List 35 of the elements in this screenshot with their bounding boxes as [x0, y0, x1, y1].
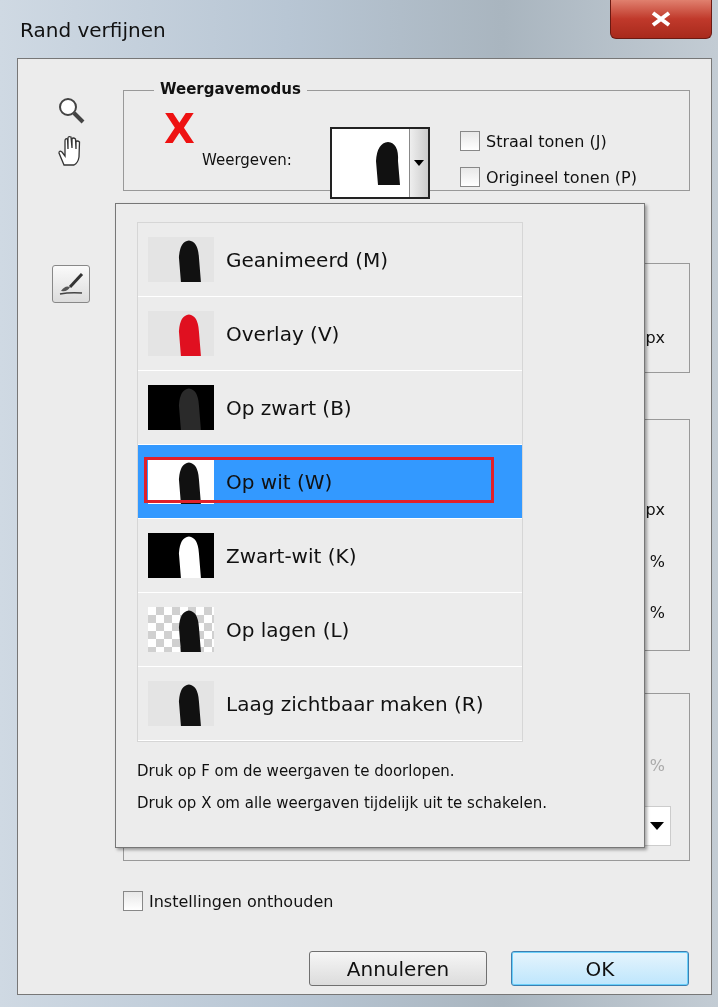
checkbox-label: Straal tonen (J)	[486, 131, 607, 151]
thumbnail-drawing	[148, 237, 214, 282]
caret-icon	[650, 822, 664, 830]
field-label: Weergeven:	[202, 151, 292, 169]
unit-label: px	[645, 328, 665, 347]
checkbox[interactable]	[123, 891, 143, 911]
thumbnail-drawing	[148, 533, 214, 578]
thumbnail-drawing	[148, 385, 214, 430]
checkbox[interactable]	[460, 131, 480, 151]
annotation-mark: X	[164, 109, 195, 149]
close-icon	[650, 11, 672, 27]
group-title: Weergavemodus	[154, 80, 307, 98]
unit-label: %	[649, 603, 665, 622]
checkbox-label: Origineel tonen (P)	[486, 167, 637, 187]
thumbnail-drawing	[148, 311, 214, 356]
thumbnail-drawing	[148, 459, 214, 504]
cancel-button[interactable]: Annuleren	[309, 951, 487, 986]
brush-tool-button[interactable]	[51, 265, 90, 303]
close-button[interactable]	[610, 0, 712, 39]
figure-drawing	[376, 141, 400, 185]
unit-label: px	[645, 500, 665, 519]
view-dropdown[interactable]	[330, 127, 430, 199]
caret-icon	[414, 160, 424, 166]
thumbnail-drawing	[148, 681, 214, 726]
hint-text: Druk op X om alle weergaven tijdelijk uit te schakelen.	[137, 794, 548, 812]
checkbox-label: Instellingen onthouden	[149, 891, 334, 911]
menu-item[interactable]: Op wit (W)	[138, 445, 522, 518]
thumbnail-drawing	[148, 607, 214, 652]
hint-text: Druk op F om de weergaven te doorlopen.	[137, 762, 456, 780]
ok-button[interactable]: OK	[511, 951, 689, 986]
unit-label: %	[649, 552, 665, 571]
brush-icon	[57, 272, 84, 296]
unit-label: %	[649, 756, 665, 775]
checkbox[interactable]	[460, 167, 480, 187]
window-title: Rand verfijnen	[20, 18, 166, 42]
